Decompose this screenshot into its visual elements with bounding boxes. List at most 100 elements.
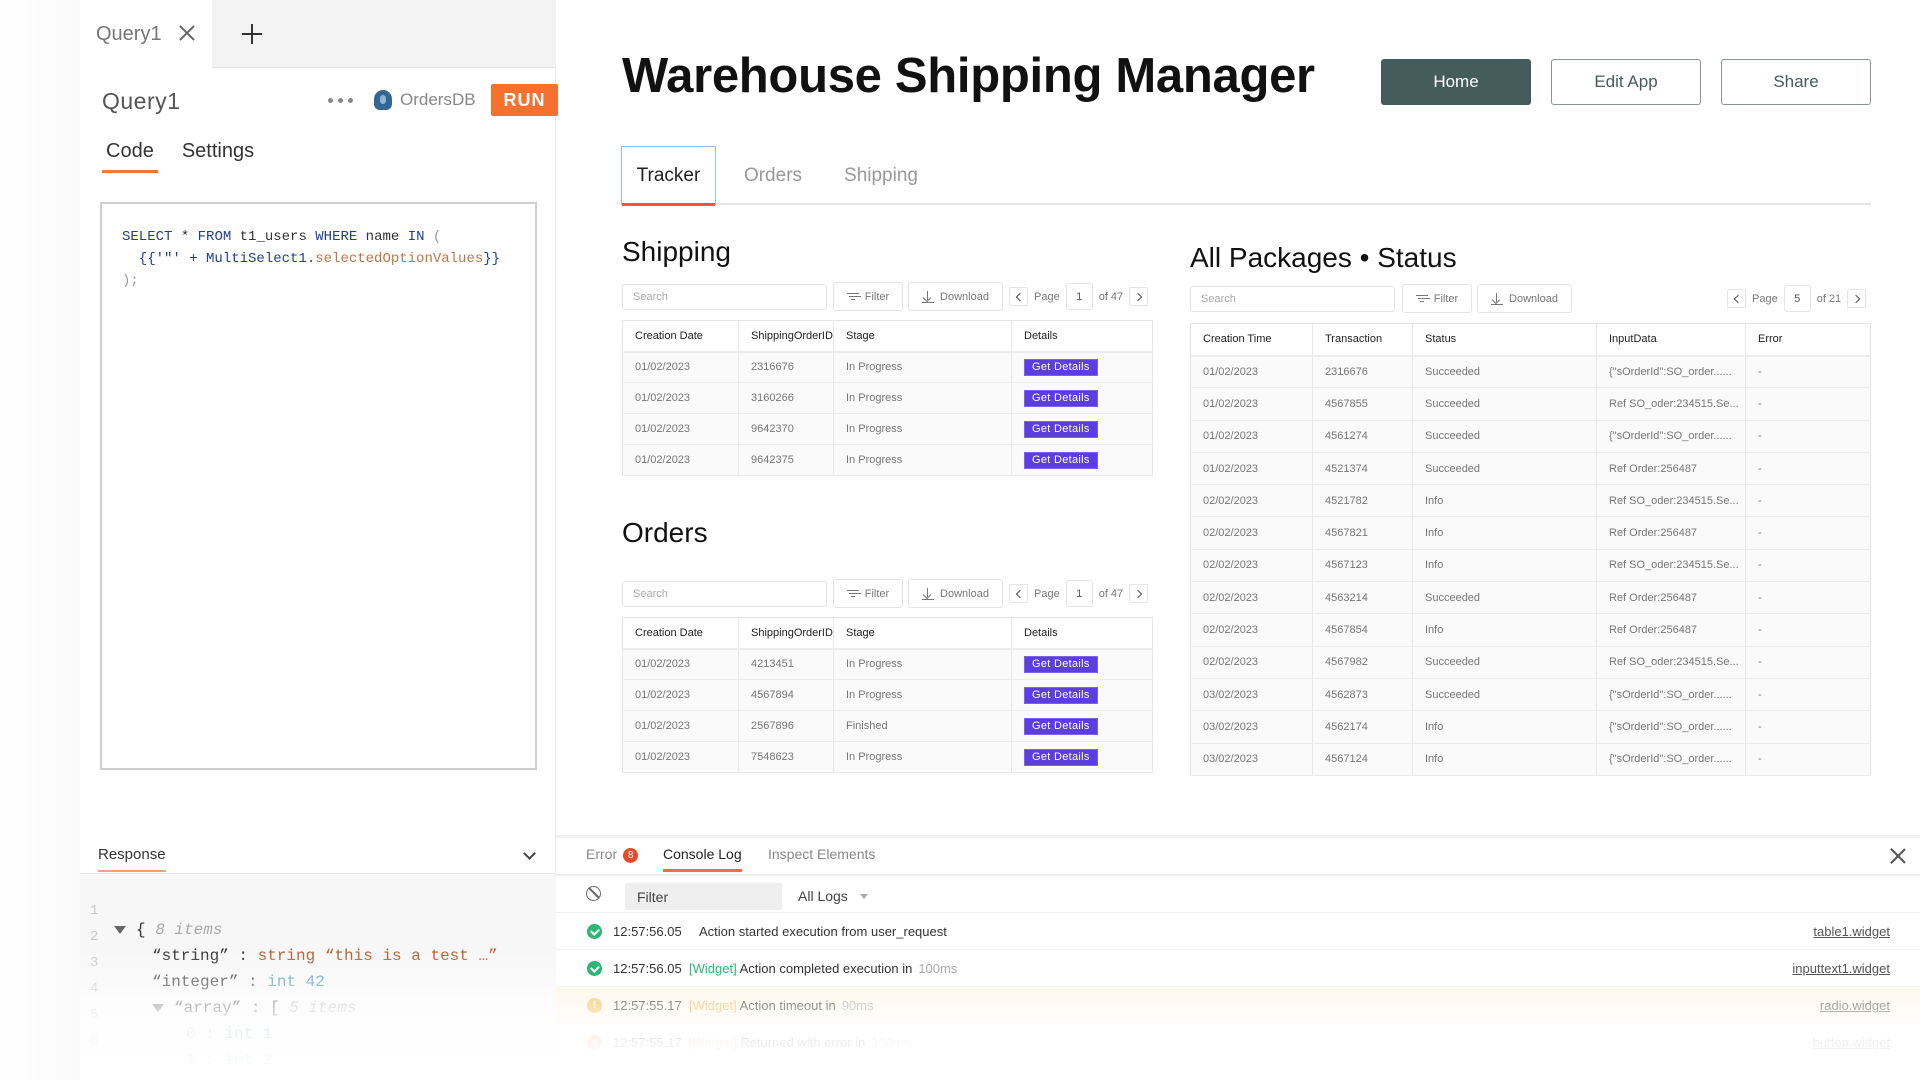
response-title[interactable]: Response bbox=[98, 846, 166, 872]
chevron-right-icon[interactable] bbox=[1129, 584, 1149, 603]
chevron-left-icon[interactable] bbox=[1727, 289, 1746, 308]
get-details-button[interactable]: Get Details bbox=[1024, 686, 1098, 704]
column-header[interactable]: Creation Time bbox=[1190, 323, 1313, 357]
log-source-link[interactable]: table1.widget bbox=[1813, 924, 1890, 939]
table-row[interactable]: 03/02/2023 4562873 Succeeded {"sOrderId":SO… bbox=[1190, 678, 1871, 712]
tab-code[interactable]: Code bbox=[102, 136, 158, 173]
packages-search-input[interactable] bbox=[1190, 286, 1395, 312]
column-header[interactable]: Stage bbox=[833, 320, 1012, 353]
check-circle-icon bbox=[587, 924, 602, 939]
log-level-dropdown[interactable]: All Logs bbox=[798, 888, 868, 904]
clear-console-icon[interactable] bbox=[586, 886, 601, 901]
table-row[interactable]: 01/02/2023 2316676 In Progress Get Details bbox=[622, 351, 1153, 383]
get-details-button[interactable]: Get Details bbox=[1024, 451, 1098, 469]
tab-error[interactable]: Error 8 bbox=[586, 846, 639, 872]
query-editor-shell: Query1 Query1 OrdersDB RUN Code Settings… bbox=[0, 0, 558, 1080]
table-row[interactable]: 01/02/2023 4567855 Succeeded Ref SO_oder:23… bbox=[1190, 387, 1871, 421]
table-row[interactable]: 01/02/2023 9642370 In Progress Get Details bbox=[622, 413, 1153, 445]
table-row[interactable]: 01/02/2023 2567896 Finished Get Details bbox=[622, 710, 1153, 742]
filter-label: Filter bbox=[864, 587, 890, 600]
table-row[interactable]: 01/02/2023 4213451 In Progress Get Details bbox=[622, 648, 1153, 680]
close-icon[interactable] bbox=[1890, 848, 1906, 864]
get-details-button[interactable]: Get Details bbox=[1024, 420, 1098, 438]
chevron-right-icon[interactable] bbox=[1129, 287, 1149, 306]
query-title[interactable]: Query1 bbox=[102, 88, 180, 115]
console-filter-input[interactable] bbox=[625, 883, 782, 910]
shipping-filter-button[interactable]: Filter bbox=[833, 282, 903, 311]
close-icon[interactable] bbox=[176, 22, 198, 44]
log-source-link[interactable]: radio.widget bbox=[1820, 998, 1890, 1013]
get-details-button[interactable]: Get Details bbox=[1024, 717, 1098, 735]
shipping-download-button[interactable]: Download bbox=[908, 282, 1003, 311]
page-number-input[interactable] bbox=[1065, 580, 1093, 607]
orders-search-input[interactable] bbox=[622, 581, 827, 607]
column-header[interactable]: Error bbox=[1745, 323, 1871, 357]
shipping-search-input[interactable] bbox=[622, 284, 827, 310]
table-row[interactable]: 01/02/2023 9642375 In Progress Get Details bbox=[622, 444, 1153, 476]
table-row[interactable]: 02/02/2023 4567821 Info Ref Order:256487- bbox=[1190, 516, 1871, 550]
table-row[interactable]: 01/02/2023 4521374 Succeeded Ref Order:2564… bbox=[1190, 452, 1871, 486]
get-details-button[interactable]: Get Details bbox=[1024, 655, 1098, 673]
orders-download-button[interactable]: Download bbox=[908, 579, 1003, 608]
tab-console-log[interactable]: Console Log bbox=[663, 846, 742, 872]
query-tab[interactable]: Query1 bbox=[80, 0, 212, 68]
chevron-down-icon[interactable] bbox=[524, 850, 534, 860]
table-cell: In Progress bbox=[833, 413, 1012, 445]
table-row[interactable]: 01/02/2023 7548623 In Progress Get Details bbox=[622, 741, 1153, 773]
tab-settings[interactable]: Settings bbox=[178, 136, 258, 173]
table-row[interactable]: 01/02/2023 3160266 In Progress Get Details bbox=[622, 382, 1153, 414]
column-header[interactable]: Status bbox=[1412, 323, 1597, 357]
log-source-link[interactable]: button.widget bbox=[1813, 1035, 1890, 1050]
chevron-left-icon[interactable] bbox=[1009, 287, 1028, 306]
tab-tracker[interactable]: Tracker bbox=[621, 146, 716, 206]
tab-shipping[interactable]: Shipping bbox=[831, 146, 931, 205]
packages-download-button[interactable]: Download bbox=[1477, 284, 1572, 313]
share-button[interactable]: Share bbox=[1721, 59, 1871, 105]
table-row[interactable]: 02/02/2023 4521782 Info Ref SO_oder:234515.… bbox=[1190, 484, 1871, 518]
chevron-left-icon[interactable] bbox=[1009, 584, 1028, 603]
chevron-right-icon[interactable] bbox=[1847, 289, 1867, 308]
get-details-button[interactable]: Get Details bbox=[1024, 748, 1098, 766]
table-row[interactable]: 02/02/2023 4567854 Info Ref Order:256487- bbox=[1190, 613, 1871, 647]
log-source-link[interactable]: inputtext1.widget bbox=[1792, 961, 1890, 976]
table-cell: - bbox=[1745, 581, 1871, 615]
column-header[interactable]: Creation Date bbox=[622, 320, 739, 353]
table-header-row: Creation Time Transaction Status InputDa… bbox=[1190, 323, 1871, 357]
column-header[interactable]: Details bbox=[1011, 320, 1153, 353]
more-options-icon[interactable] bbox=[328, 98, 353, 103]
packages-filter-button[interactable]: Filter bbox=[1402, 284, 1472, 313]
table-row[interactable]: 02/02/2023 4567123 Info Ref SO_oder:234515.… bbox=[1190, 549, 1871, 583]
table-row[interactable]: 03/02/2023 4567124 Info {"sOrderId":SO_orde… bbox=[1190, 743, 1871, 776]
tab-orders[interactable]: Orders bbox=[733, 146, 813, 205]
page-number-input[interactable] bbox=[1065, 283, 1093, 310]
column-header[interactable]: Stage bbox=[833, 617, 1012, 650]
sql-code-editor[interactable]: SELECT * FROM t1_users WHERE name IN ( {… bbox=[100, 202, 537, 770]
get-details-button[interactable]: Get Details bbox=[1024, 358, 1098, 376]
table-row[interactable]: 01/02/2023 4561274 Succeeded {"sOrderId":SO… bbox=[1190, 420, 1871, 453]
table-row[interactable]: 01/02/2023 2316676 Succeeded {"sOrderId":SO… bbox=[1190, 355, 1871, 389]
column-header[interactable]: Creation Date bbox=[622, 617, 739, 650]
table-row[interactable]: 03/02/2023 4562174 Info {"sOrderId":SO_orde… bbox=[1190, 710, 1871, 744]
column-header[interactable]: Transaction bbox=[1312, 323, 1413, 357]
column-header[interactable]: Details bbox=[1011, 617, 1153, 650]
column-header[interactable]: ShippingOrderID bbox=[738, 320, 834, 353]
get-details-button[interactable]: Get Details bbox=[1024, 389, 1098, 407]
table-row[interactable]: 02/02/2023 4567982 Succeeded Ref SO_oder:23… bbox=[1190, 646, 1871, 679]
json-item-count: 8 items bbox=[155, 921, 223, 939]
tab-inspect-elements[interactable]: Inspect Elements bbox=[768, 846, 875, 871]
table-cell: 01/02/2023 bbox=[1190, 420, 1313, 453]
column-header[interactable]: ShippingOrderID bbox=[738, 617, 834, 650]
edit-app-button[interactable]: Edit App bbox=[1551, 59, 1701, 105]
column-header[interactable]: InputData bbox=[1596, 323, 1746, 357]
run-button[interactable]: RUN bbox=[491, 84, 558, 116]
table-cell: In Progress bbox=[833, 382, 1012, 414]
home-button[interactable]: Home bbox=[1381, 59, 1531, 105]
orders-filter-button[interactable]: Filter bbox=[833, 579, 903, 608]
datasource-selector[interactable]: OrdersDB bbox=[374, 90, 476, 110]
table-cell: 03/02/2023 bbox=[1190, 743, 1313, 776]
table-row[interactable]: 01/02/2023 4567894 In Progress Get Details bbox=[622, 679, 1153, 711]
table-row[interactable]: 02/02/2023 4563214 Succeeded Ref Order:2564… bbox=[1190, 581, 1871, 615]
add-query-tab-icon[interactable] bbox=[240, 22, 264, 46]
page-number-input[interactable] bbox=[1783, 285, 1811, 312]
table-cell: Get Details bbox=[1011, 741, 1153, 773]
